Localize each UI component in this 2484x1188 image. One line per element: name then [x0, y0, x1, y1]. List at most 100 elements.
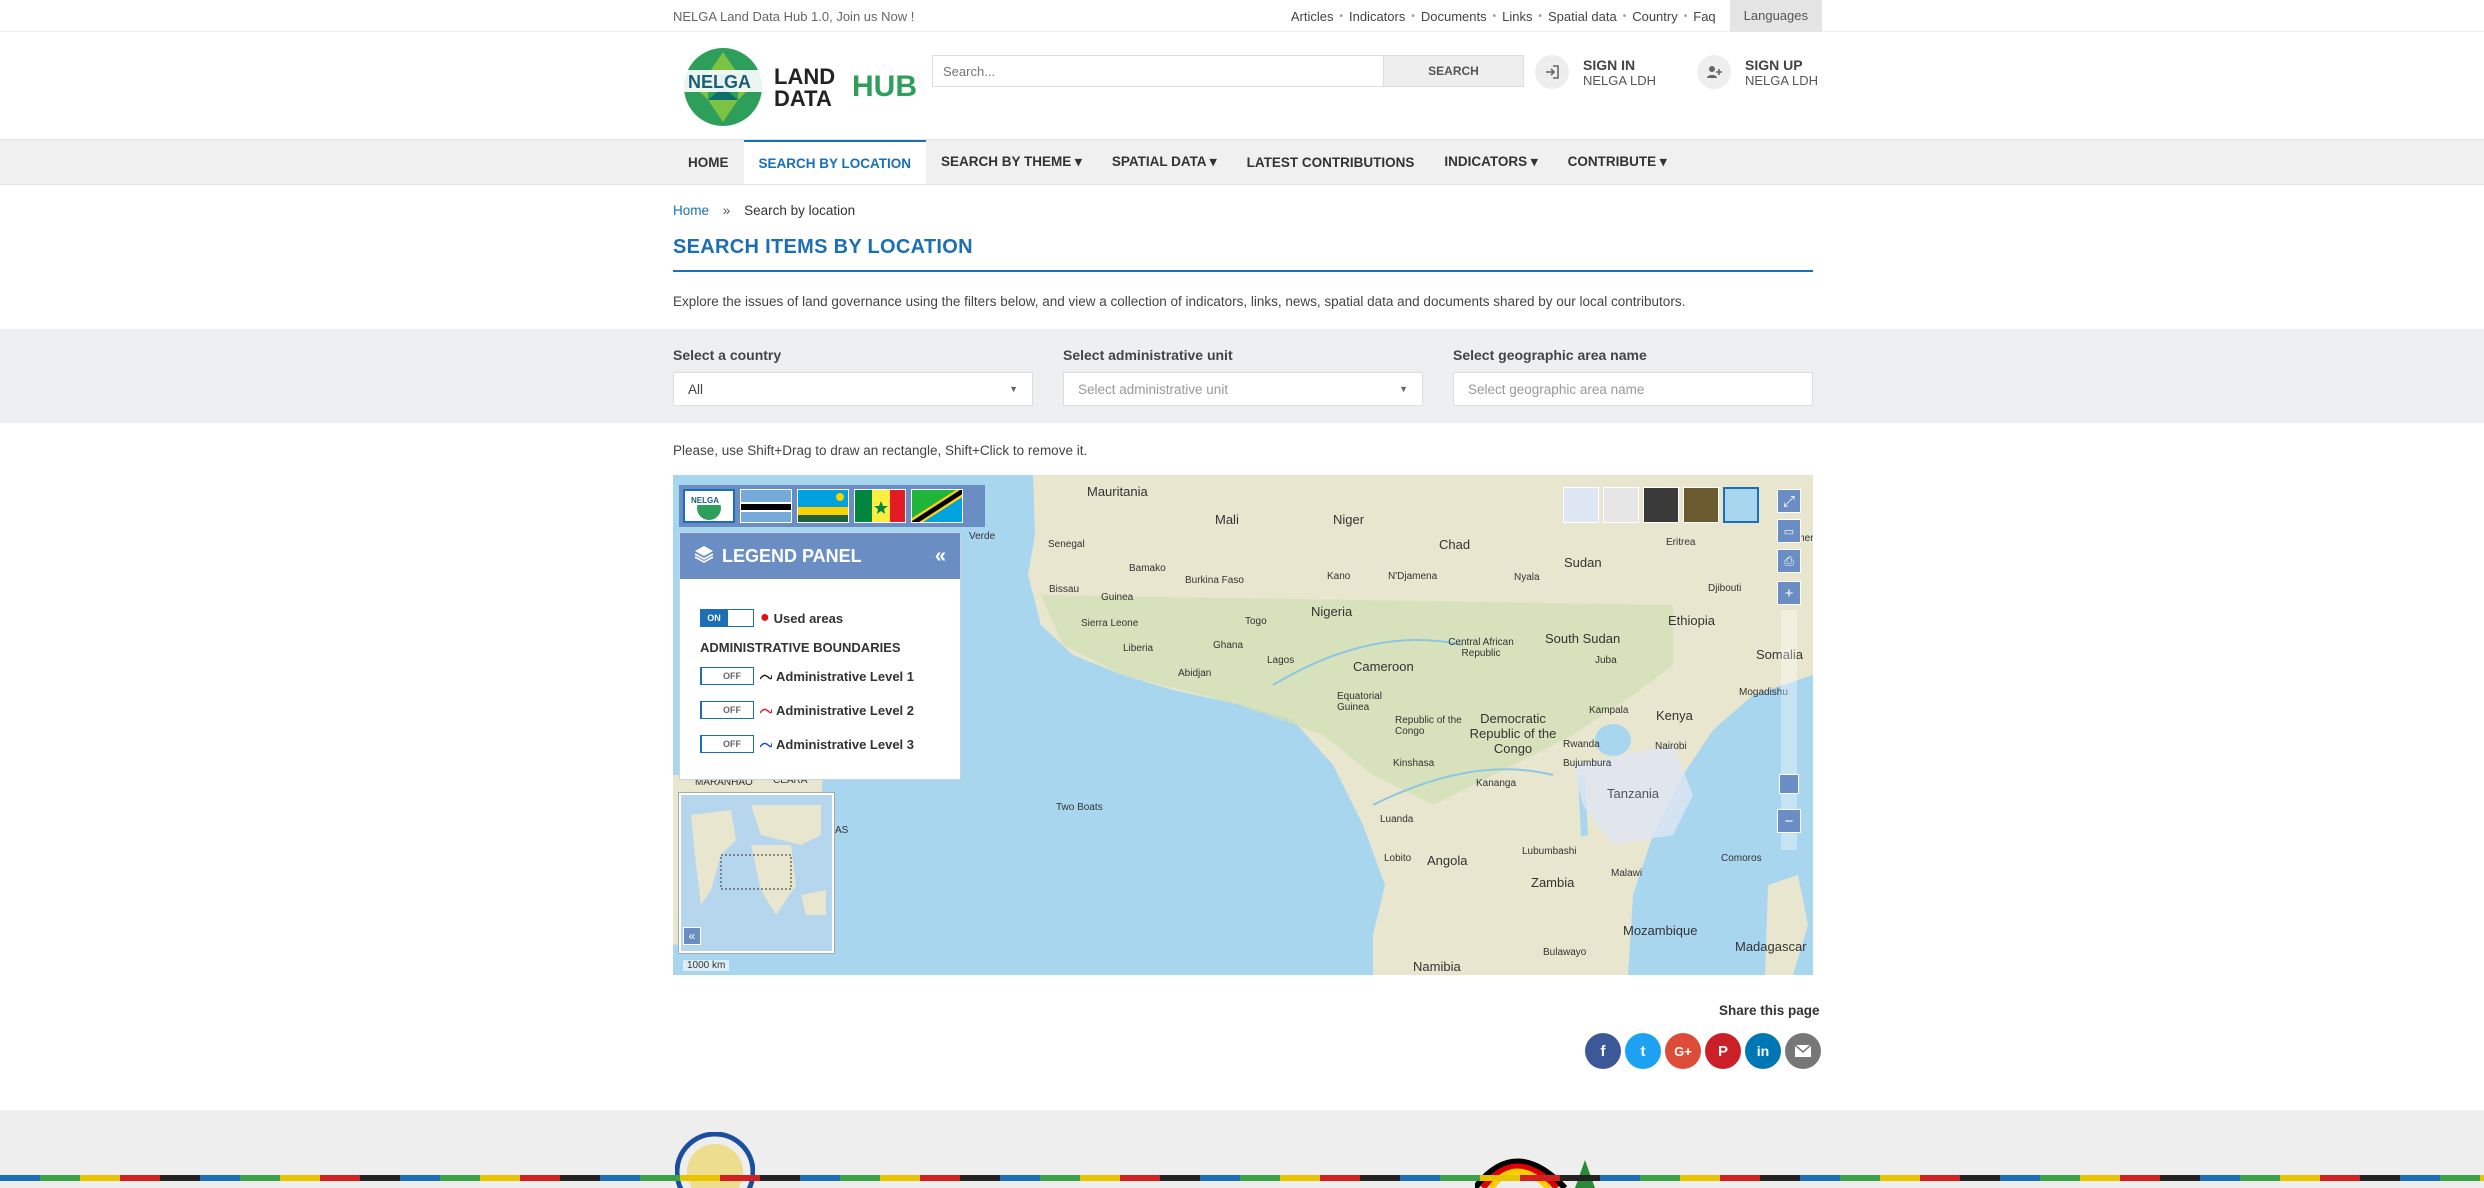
admin-unit-select[interactable]: Select administrative unit ▼	[1063, 372, 1423, 406]
basemap-satellite-option[interactable]	[1683, 487, 1719, 523]
filters-panel: Select a country All ▼ Select administra…	[0, 329, 2484, 423]
nav-home[interactable]: HOME	[673, 140, 744, 184]
admin-level-2-label: Administrative Level 2	[776, 702, 914, 718]
search-button[interactable]: SEARCH	[1383, 56, 1523, 86]
map-label: Comoros	[1721, 853, 1762, 864]
nav-spatial-data[interactable]: SPATIAL DATA ▾	[1097, 140, 1232, 184]
map-hint: Please, use Shift+Drag to draw an rectan…	[673, 443, 1088, 458]
languages-button[interactable]: Languages	[1729, 0, 1822, 32]
map-label: Kampala	[1589, 705, 1629, 716]
toplink-articles[interactable]: Articles	[1285, 9, 1340, 24]
map-label: Democratic Republic of the Congo	[1469, 711, 1557, 756]
map-label: Cameroon	[1353, 659, 1414, 674]
geo-area-label: Select geographic area name	[1453, 347, 1647, 363]
map-label: Bulawayo	[1543, 947, 1587, 958]
country-select[interactable]: All ▼	[673, 372, 1033, 406]
flag-senegal[interactable]	[854, 489, 906, 523]
toplink-indicators[interactable]: Indicators	[1343, 9, 1411, 24]
sign-in-link[interactable]: SIGN IN NELGA LDH	[1535, 55, 1656, 89]
map-label: AS	[835, 825, 849, 836]
map-label: Ghana	[1213, 640, 1244, 651]
toplink-documents[interactable]: Documents	[1415, 9, 1493, 24]
zoom-slider-handle[interactable]	[1779, 774, 1799, 794]
logo-text-hub: HUB	[852, 70, 917, 103]
admin-boundaries-heading: ADMINISTRATIVE BOUNDARIES	[700, 640, 901, 655]
nav-search-by-location[interactable]: SEARCH BY LOCATION	[743, 140, 927, 184]
sign-up-link[interactable]: SIGN UP NELGA LDH	[1697, 55, 1818, 89]
nav-indicators[interactable]: INDICATORS ▾	[1429, 140, 1552, 184]
map-label: Tanzania	[1607, 786, 1660, 801]
breadcrumb: Home » Search by location	[673, 203, 855, 218]
export-icon[interactable]: ▭	[1777, 519, 1801, 543]
zoom-in-icon[interactable]: +	[1777, 581, 1801, 605]
admin-level-1-toggle[interactable]: OFF	[700, 667, 754, 685]
used-areas-row: ON ● Used areas	[700, 609, 843, 627]
map-label: Kano	[1327, 571, 1351, 582]
toplink-country[interactable]: Country	[1626, 9, 1684, 24]
print-icon[interactable]: ⎙	[1777, 549, 1801, 573]
basemap-grey-option[interactable]	[1603, 487, 1639, 523]
admin-unit-filter: Select administrative unit Select admini…	[1063, 347, 1423, 406]
admin-level-1-row: OFF Administrative Level 1	[700, 667, 914, 685]
toplink-links[interactable]: Links	[1496, 9, 1538, 24]
zoom-out-icon[interactable]: −	[1777, 809, 1801, 833]
geo-area-placeholder: Select geographic area name	[1468, 381, 1645, 397]
breadcrumb-current: Search by location	[744, 203, 856, 218]
basemap-default-option[interactable]	[1723, 487, 1759, 523]
line-icon	[759, 737, 773, 752]
fullscreen-icon[interactable]: ⤢	[1777, 489, 1801, 513]
nav-search-by-theme[interactable]: SEARCH BY THEME ▾	[926, 140, 1097, 184]
twitter-icon[interactable]: t	[1625, 1033, 1661, 1069]
world-map-icon	[681, 795, 832, 951]
toplink-faq[interactable]: Faq	[1687, 9, 1721, 24]
map-label: Two Boats	[1056, 802, 1103, 813]
basemap-dark-option[interactable]	[1643, 487, 1679, 523]
overview-minimap[interactable]	[679, 793, 834, 953]
search-input[interactable]	[933, 56, 1383, 86]
map-label: Republic of the Congo	[1395, 715, 1462, 737]
breadcrumb-home[interactable]: Home	[673, 203, 709, 218]
admin-level-3-row: OFF Administrative Level 3	[700, 735, 914, 753]
map-label: Lobito	[1384, 853, 1412, 864]
map-label: Togo	[1245, 616, 1267, 627]
collapse-minimap-icon[interactable]: «	[683, 927, 701, 945]
map-label: Lagos	[1267, 655, 1295, 666]
facebook-icon[interactable]: f	[1585, 1033, 1621, 1069]
flag-botswana[interactable]	[740, 489, 792, 523]
map-label: Eritrea	[1666, 537, 1696, 548]
top-links: Articles • Indicators • Documents • Links • …	[1285, 0, 1822, 32]
map-label: Guinea	[1101, 592, 1134, 603]
toplink-spatial-data[interactable]: Spatial data	[1542, 9, 1623, 24]
admin-level-1-label: Administrative Level 1	[776, 668, 914, 684]
flag-tanzania[interactable]	[911, 489, 963, 523]
line-icon	[759, 703, 773, 718]
used-areas-label: Used areas	[773, 610, 844, 626]
scale-bar: 1000 km	[683, 960, 730, 971]
admin-unit-placeholder: Select administrative unit	[1078, 381, 1229, 397]
flag-nelga[interactable]: NELGA	[683, 489, 735, 523]
email-icon[interactable]	[1785, 1033, 1821, 1069]
map-label: Angola	[1427, 853, 1468, 868]
map-label: Djibouti	[1708, 583, 1742, 594]
basemap-light-option[interactable]	[1563, 487, 1599, 523]
google-plus-icon[interactable]: G+	[1665, 1033, 1701, 1069]
admin-level-2-toggle[interactable]: OFF	[700, 701, 754, 719]
linkedin-icon[interactable]: in	[1745, 1033, 1781, 1069]
sign-in-label: SIGN IN	[1583, 56, 1636, 73]
flag-rwanda[interactable]	[797, 489, 849, 523]
country-flags-bar: NELGA	[679, 485, 985, 527]
geo-area-input[interactable]: Select geographic area name	[1453, 372, 1813, 406]
footer-stripe	[0, 1175, 2484, 1181]
map-label: Lubumbashi	[1522, 846, 1577, 857]
collapse-legend-icon[interactable]: «	[935, 545, 946, 568]
map-label: Zambia	[1531, 875, 1575, 890]
nav-latest-contributions[interactable]: LATEST CONTRIBUTIONS	[1232, 140, 1430, 184]
admin-level-3-toggle[interactable]: OFF	[700, 735, 754, 753]
map-label: Niger	[1333, 512, 1365, 527]
map-view[interactable]: Mauritania Mali Niger Chad Sudan Eritrea…	[673, 475, 1813, 975]
pinterest-icon[interactable]: P	[1705, 1033, 1741, 1069]
nav-contribute[interactable]: CONTRIBUTE ▾	[1553, 140, 1682, 184]
map-label: N'Djamena	[1388, 571, 1438, 582]
site-logo[interactable]: NELGA LAND DATA HUB	[680, 44, 920, 130]
used-areas-toggle[interactable]: ON	[700, 609, 754, 627]
